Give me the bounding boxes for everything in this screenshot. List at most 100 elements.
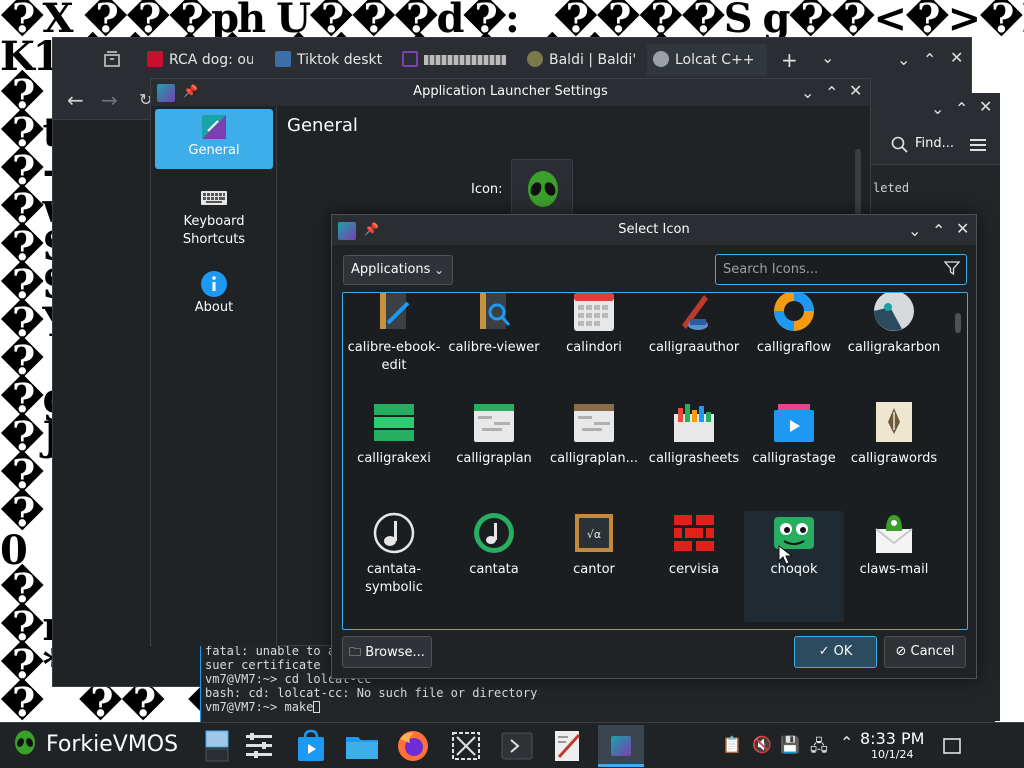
icon-cell-label: calligraplan <box>456 451 532 466</box>
icon-cell-label: calligrasheets <box>648 451 740 466</box>
browse-button[interactable]: 🗀 Browse... <box>342 636 432 668</box>
icon-cell-calligrawords[interactable]: calligrawords <box>844 400 944 511</box>
browser-tab-baldi[interactable]: Baldi | Baldi' <box>523 44 635 76</box>
icon-cell-calligrakexi[interactable]: calligrakexi <box>344 400 444 511</box>
terminal-line: bash: cd: lolcat-cc: No such file or dir… <box>205 686 538 700</box>
tab-overview-icon[interactable] <box>103 50 121 68</box>
icon-cell-cervisia[interactable]: cervisia <box>644 511 744 622</box>
mouse-cursor-icon <box>778 545 794 565</box>
icon-cell-choqok[interactable]: choqok <box>744 511 844 622</box>
settings-sidebar: General Keyboard Shortcuts About <box>152 106 277 646</box>
icon-cell-cantor[interactable]: √α cantor <box>544 511 644 622</box>
back-icon[interactable]: ← <box>67 88 84 112</box>
storage-icon[interactable]: 💾 <box>780 735 800 754</box>
minimize-icon[interactable]: ⌄ <box>897 50 910 69</box>
icon-cell-label: cantata- symbolic <box>365 562 423 595</box>
forward-icon[interactable]: → <box>101 88 118 112</box>
terminal-line: vm7@VM7:~> make <box>205 700 991 714</box>
search-icons-input[interactable] <box>715 254 967 285</box>
sidebar-item-label: Keyboard Shortcuts <box>182 214 246 247</box>
volume-muted-icon[interactable]: 🔇 <box>752 735 772 754</box>
icon-cell-label: claws-mail <box>859 562 929 577</box>
icon-cell-label: calligrastage <box>752 451 836 466</box>
sidebar-item-keyboard-shortcuts[interactable]: Keyboard Shortcuts <box>155 179 273 247</box>
maximize-icon[interactable]: ⌃ <box>825 83 838 102</box>
icon-cell-calibre-viewer[interactable]: calibre-viewer <box>444 293 544 400</box>
maximize-icon[interactable]: ⌃ <box>932 221 945 240</box>
file-manager-icon[interactable] <box>343 727 381 765</box>
spectacle-screenshot-icon[interactable] <box>447 727 485 765</box>
kate-editor-icon[interactable] <box>549 727 587 765</box>
clipboard-icon[interactable]: 📋 <box>722 735 742 754</box>
calligraplan-icon <box>474 404 514 442</box>
close-icon[interactable]: ✕ <box>849 81 862 100</box>
category-select-value: Applications <box>351 262 431 277</box>
pager-icon[interactable] <box>202 727 240 765</box>
alien-icon <box>15 730 35 755</box>
browser-tab-rca[interactable]: RCA dog: our <box>143 44 253 76</box>
browser-tab-lolcat[interactable]: Lolcat C++ <box>647 44 767 76</box>
folder-icon: 🗀 <box>349 645 362 659</box>
icon-cell-label: cantata <box>469 562 519 577</box>
sidebar-item-general[interactable]: General <box>155 109 273 169</box>
minimize-icon[interactable]: ⌄ <box>801 83 814 102</box>
network-icon[interactable]: 🖧 <box>810 735 828 762</box>
dialog-title: Select Icon <box>618 222 690 237</box>
dialog-titlebar: 📌 Select Icon ⌄ ⌃ ✕ <box>332 215 976 245</box>
close-icon[interactable]: ✕ <box>979 97 992 116</box>
ok-button-label: OK <box>833 644 853 659</box>
maximize-icon[interactable]: ⌃ <box>923 50 936 69</box>
hamburger-menu-icon[interactable] <box>970 138 986 152</box>
launcher-settings-task[interactable] <box>598 725 644 767</box>
maximize-icon[interactable]: ⌃ <box>955 99 968 118</box>
ok-button[interactable]: ✓ OK <box>794 636 877 668</box>
icon-cell-calligraplanwork[interactable]: calligraplan... <box>544 400 644 511</box>
icon-grid-scrollbar[interactable] <box>955 313 961 333</box>
category-select[interactable]: Applications ⌄ <box>343 255 453 285</box>
icon-cell-calligrasheets[interactable]: calligrasheets <box>644 400 744 511</box>
icon-cell-cantata-symbolic[interactable]: cantata- symbolic <box>344 511 444 622</box>
sidebar-item-about[interactable]: About <box>155 266 273 326</box>
icon-cell-label: calibre-viewer <box>448 340 540 355</box>
terminal-prompt: vm7@VM7:~> make <box>205 700 314 714</box>
icon-cell-calibre-ebook-edit[interactable]: calibre-ebook- edit <box>344 293 444 400</box>
tab-label <box>424 55 506 65</box>
discover-store-icon[interactable] <box>292 727 330 765</box>
icon-select-button[interactable] <box>511 159 573 219</box>
close-icon[interactable]: ✕ <box>956 219 969 238</box>
icon-cell-cantata[interactable]: cantata <box>444 511 544 622</box>
clock[interactable]: 8:33 PM 10/1/24 <box>860 730 924 762</box>
tab-label: Lolcat C++ <box>675 52 755 68</box>
icon-cell-label: calindori <box>566 340 622 355</box>
konsole-icon[interactable] <box>498 727 536 765</box>
browser-tab-tiktok[interactable]: Tiktok deskto <box>271 44 383 76</box>
cancel-button[interactable]: ⊘ Cancel <box>884 636 966 668</box>
tab-label: Tiktok deskto <box>297 52 383 68</box>
browser-tab-blank[interactable] <box>398 44 518 76</box>
new-tab-button[interactable]: + <box>781 48 798 72</box>
svg-text:√α: √α <box>587 528 601 541</box>
filter-icon[interactable] <box>944 260 960 276</box>
icon-cell-calindori[interactable]: calindori <box>544 293 644 400</box>
cervisia-icon <box>674 515 714 551</box>
application-menu-button[interactable]: ForkieVMOS <box>12 730 178 757</box>
icon-cell-calligraflow[interactable]: calligraflow <box>744 293 844 400</box>
system-settings-icon[interactable] <box>240 727 278 765</box>
icon-cell-calligraplan[interactable]: calligraplan <box>444 400 544 511</box>
icon-grid[interactable]: calibre-ebook- edit calibre-viewer calin… <box>342 292 968 630</box>
minimize-icon[interactable]: ⌄ <box>931 99 944 118</box>
icon-cell-label: calligrawords <box>850 451 938 466</box>
browse-button-label: Browse... <box>365 645 425 660</box>
icon-cell-calligraauthor[interactable]: calligraauthor <box>644 293 744 400</box>
close-icon[interactable]: ✕ <box>950 48 963 67</box>
minimize-icon[interactable]: ⌄ <box>908 221 921 240</box>
icon-cell-calligrastage[interactable]: calligrastage <box>744 400 844 511</box>
tab-list-button[interactable]: ⌄ <box>821 48 834 67</box>
find-button[interactable]: Find... <box>915 136 954 151</box>
icon-cell-claws-mail[interactable]: claws-mail <box>844 511 944 622</box>
icon-cell-calligrakarbon[interactable]: calligrakarbon <box>844 293 944 400</box>
tray-expand-icon[interactable]: ⌃ <box>840 733 853 752</box>
firefox-icon[interactable] <box>394 727 432 765</box>
calligraauthor-icon <box>682 295 708 330</box>
show-desktop-icon[interactable] <box>942 737 962 755</box>
